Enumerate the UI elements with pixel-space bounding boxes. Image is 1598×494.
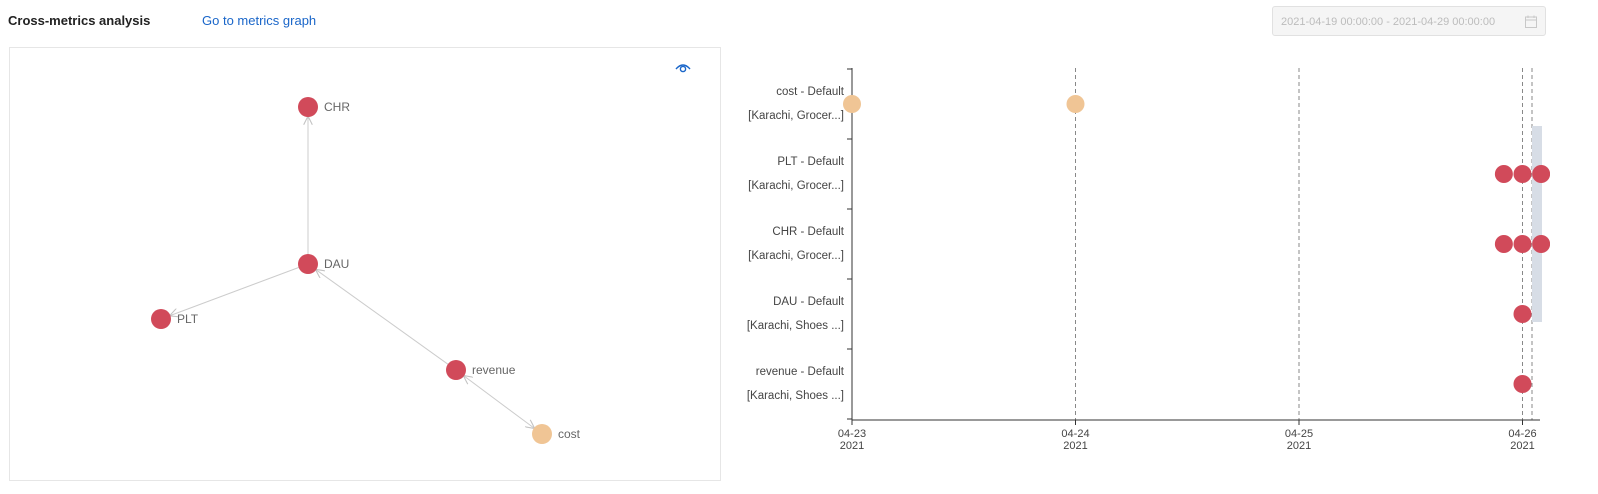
calendar-icon (1525, 15, 1537, 28)
x-tick-label: 04-24 (1061, 428, 1089, 440)
graph-node-circle[interactable] (532, 424, 552, 444)
metrics-graph[interactable]: CHR DAU PLT revenue cost (10, 48, 720, 480)
graph-node-label: CHR (324, 100, 350, 114)
row-dims-label: [Karachi, Grocer...] (748, 110, 844, 122)
timeline-point[interactable] (843, 95, 861, 113)
row-dims-label: [Karachi, Grocer...] (748, 250, 844, 262)
row-dims-label: [Karachi, Shoes ...] (747, 390, 844, 402)
x-tick-label: 04-25 (1285, 428, 1313, 440)
timeline-point[interactable] (1513, 165, 1532, 183)
x-tick-year: 2021 (1510, 440, 1534, 452)
timeline-point[interactable] (1513, 375, 1532, 393)
graph-node-label: revenue (472, 363, 516, 377)
graph-node-label: PLT (177, 312, 199, 326)
graph-edge-DAU-PLT (170, 267, 299, 316)
timeline-point[interactable] (1532, 235, 1550, 253)
timeline-point[interactable] (1494, 165, 1513, 183)
page-title: Cross-metrics analysis (8, 13, 151, 28)
x-tick-year: 2021 (840, 440, 864, 452)
graph-node-cost[interactable]: cost (532, 424, 581, 444)
graph-node-circle[interactable] (298, 97, 318, 117)
graph-node-circle[interactable] (298, 254, 318, 274)
row-metric-label: PLT - Default (777, 156, 844, 168)
row-metric-label: CHR - Default (772, 226, 844, 238)
graph-node-label: cost (558, 427, 581, 441)
graph-node-circle[interactable] (446, 360, 466, 380)
date-range-value: 2021-04-19 00:00:00 - 2021-04-29 00:00:0… (1281, 16, 1496, 28)
x-tick-year: 2021 (1063, 440, 1087, 452)
row-metric-label: cost - Default (776, 86, 845, 98)
graph-node-CHR[interactable]: CHR (298, 97, 350, 117)
graph-node-PLT[interactable]: PLT (151, 309, 199, 329)
x-tick-year: 2021 (1287, 440, 1311, 452)
eye-icon[interactable] (674, 60, 692, 74)
metrics-graph-panel[interactable]: CHR DAU PLT revenue cost (9, 47, 721, 481)
graph-node-circle[interactable] (151, 309, 171, 329)
row-dims-label: [Karachi, Grocer...] (748, 180, 844, 192)
graph-edge-revenue-DAU (316, 270, 449, 365)
timeline-point[interactable] (1513, 305, 1532, 323)
alert-timeline-chart[interactable]: 04-23202104-24202104-25202104-262021 cos… (730, 56, 1550, 456)
graph-node-revenue[interactable]: revenue (446, 360, 516, 380)
row-dims-label: [Karachi, Shoes ...] (747, 320, 844, 332)
timeline-point[interactable] (1494, 235, 1513, 253)
timeline-point[interactable] (1066, 95, 1085, 113)
x-tick-label: 04-23 (838, 428, 866, 440)
graph-edge-revenue-cost (464, 376, 534, 428)
timeline-point[interactable] (1513, 235, 1532, 253)
date-range-picker[interactable]: 2021-04-19 00:00:00 - 2021-04-29 00:00:0… (1272, 6, 1546, 36)
go-to-metrics-graph-link[interactable]: Go to metrics graph (202, 13, 316, 28)
x-tick-label: 04-26 (1508, 428, 1536, 440)
row-metric-label: revenue - Default (756, 366, 845, 378)
graph-node-label: DAU (324, 257, 349, 271)
graph-node-DAU[interactable]: DAU (298, 254, 349, 274)
timeline-scroll-shade (1532, 126, 1542, 322)
row-metric-label: DAU - Default (773, 296, 845, 308)
timeline-point[interactable] (1532, 165, 1550, 183)
